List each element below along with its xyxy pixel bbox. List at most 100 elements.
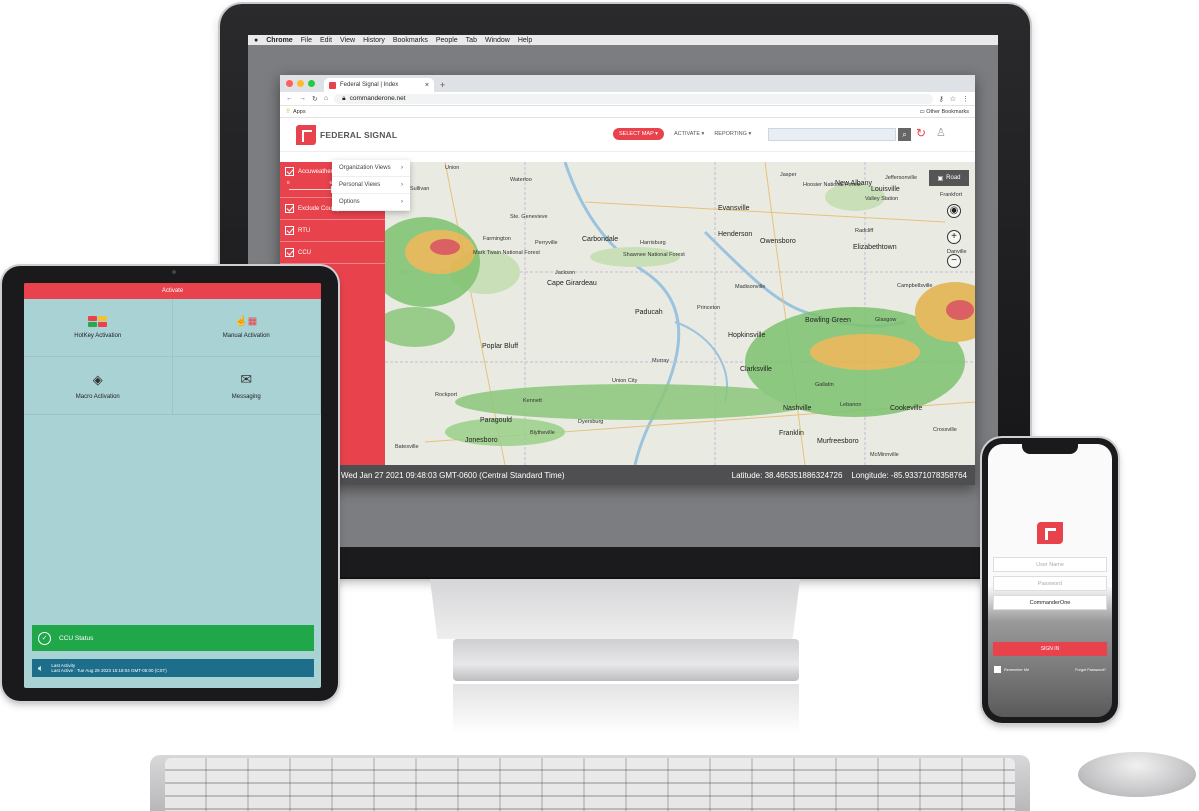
- password-field[interactable]: Password: [993, 576, 1107, 591]
- bookmarks-bar: ⠿ Apps ▭ Other Bookmarks: [280, 106, 975, 118]
- monitor-stand: [430, 579, 800, 639]
- menu-item-organization-views[interactable]: Organization Views ›: [332, 160, 410, 177]
- forward-icon[interactable]: →: [299, 95, 306, 102]
- tile-hotkey-activation[interactable]: HotKey Activation: [24, 299, 173, 357]
- select-map-dropdown: Organization Views › Personal Views › Opti…: [332, 160, 410, 211]
- federal-signal-favicon-icon: [329, 81, 336, 89]
- browser-window: Federal Signal | Index × + ← → ↻ ⌂ 🔒︎ co…: [280, 75, 975, 485]
- menu-edit[interactable]: Edit: [320, 37, 332, 44]
- key-icon[interactable]: ⚷: [939, 95, 944, 103]
- speaker-icon: 🔈︎: [38, 662, 44, 673]
- refresh-icon[interactable]: ↻: [916, 126, 926, 140]
- ccu-status-bar[interactable]: ✓ CCU Status: [32, 625, 314, 651]
- tile-macro-activation[interactable]: ◈ Macro Activation: [24, 357, 173, 415]
- map-label: Evansville: [718, 205, 750, 212]
- map-label: Waterloo: [510, 177, 532, 183]
- map-label: Cape Girardeau: [547, 280, 597, 287]
- map-label: Franklin: [779, 430, 804, 437]
- road-label: Road: [946, 175, 961, 181]
- map-label: Jasper: [780, 172, 797, 178]
- bookmark-star-icon[interactable]: ☆: [950, 95, 956, 103]
- map-label: Lebanon: [840, 402, 862, 408]
- menu-app-name[interactable]: Chrome: [266, 37, 292, 44]
- bookmark-apps[interactable]: Apps: [293, 109, 306, 115]
- bookmark-other[interactable]: ▭ Other Bookmarks: [919, 109, 969, 115]
- status-datetime: Wed Jan 27 2021 09:48:03 GMT-0600 (Centr…: [341, 470, 565, 480]
- close-window-button[interactable]: [286, 80, 293, 87]
- forgot-password-link[interactable]: Forgot Password?: [1075, 668, 1106, 672]
- map-label: Crossville: [933, 427, 957, 433]
- last-activity-bar: 🔈︎ Last Activity Last Active : Tue Aug 2…: [32, 659, 314, 677]
- map-type-road-button[interactable]: ▣ Road: [929, 170, 969, 186]
- maximize-window-button[interactable]: [308, 80, 315, 87]
- checkbox-checked-icon[interactable]: [285, 204, 294, 213]
- checkbox-checked-icon[interactable]: [285, 248, 294, 257]
- close-tab-icon[interactable]: ×: [425, 82, 429, 89]
- map-label: Mark Twain National Forest: [473, 250, 540, 256]
- activate-menu[interactable]: ACTIVATE ▾: [674, 131, 704, 137]
- menu-item-options[interactable]: Options ›: [332, 194, 410, 211]
- remember-me-checkbox[interactable]: [994, 666, 1001, 673]
- checkbox-checked-icon[interactable]: [285, 167, 294, 176]
- browser-tab[interactable]: Federal Signal | Index ×: [324, 78, 434, 92]
- device-showcase: ● Chrome File Edit View History Bookmark…: [0, 0, 1199, 811]
- menu-people[interactable]: People: [436, 37, 458, 44]
- map-label: Radcliff: [855, 228, 874, 234]
- back-icon[interactable]: ←: [286, 95, 293, 102]
- home-icon[interactable]: ⌂: [324, 95, 328, 102]
- map-label: Batesville: [395, 444, 419, 450]
- tile-messaging[interactable]: ✉ Messaging: [172, 357, 321, 415]
- map-label: Union City: [612, 378, 638, 384]
- tablet-camera: [172, 270, 176, 274]
- map-label: Owensboro: [760, 238, 796, 245]
- browser-toolbar: ← → ↻ ⌂ 🔒︎ commanderone.net ⚷ ☆ ⋮: [280, 92, 975, 106]
- apple-icon[interactable]: ●: [254, 37, 258, 44]
- menu-window[interactable]: Window: [485, 37, 510, 44]
- menu-history[interactable]: History: [363, 37, 385, 44]
- map-label: Farmington: [483, 236, 511, 242]
- map-label: Nashville: [783, 405, 812, 412]
- weather-map[interactable]: Union Waterloo Sullivan Ste. Genevieve F…: [385, 162, 975, 465]
- manual-activation-icon: ☝▦: [235, 316, 258, 327]
- sign-in-button[interactable]: SIGN IN: [993, 642, 1107, 656]
- zoom-out-icon[interactable]: −: [947, 254, 961, 268]
- user-icon[interactable]: ♙: [936, 126, 946, 139]
- menu-view[interactable]: View: [340, 37, 355, 44]
- tablet-screen: Activate HotKey Activation ☝▦ Manual Act…: [24, 283, 321, 688]
- tile-manual-activation[interactable]: ☝▦ Manual Activation: [172, 299, 321, 357]
- menu-tab[interactable]: Tab: [466, 37, 477, 44]
- apps-icon[interactable]: ⠿: [286, 109, 290, 115]
- tile-label: HotKey Activation: [74, 333, 122, 339]
- remember-me[interactable]: Remember Me: [994, 666, 1029, 673]
- server-select[interactable]: CommanderOne: [993, 595, 1107, 610]
- minimize-window-button[interactable]: [297, 80, 304, 87]
- menu-bookmarks[interactable]: Bookmarks: [393, 37, 428, 44]
- map-label: Paragould: [480, 417, 512, 424]
- search-icon[interactable]: ⌕: [898, 128, 911, 141]
- map-label: Sullivan: [410, 186, 430, 192]
- mouse: [1078, 752, 1196, 797]
- select-map-button[interactable]: SELECT MAP ▾: [613, 128, 664, 140]
- address-bar[interactable]: 🔒︎ commanderone.net: [334, 93, 933, 104]
- checkbox-checked-icon[interactable]: [285, 226, 294, 235]
- reporting-menu[interactable]: REPORTING ▾: [714, 131, 751, 137]
- new-tab-icon[interactable]: +: [440, 80, 445, 90]
- layer-rtu[interactable]: RTU: [280, 220, 385, 242]
- map-label: Kennett: [523, 398, 542, 404]
- menu-file[interactable]: File: [301, 37, 312, 44]
- map-label: Carbondale: [582, 236, 619, 243]
- map-label: Blytheville: [530, 430, 555, 436]
- browser-menu-icon[interactable]: ⋮: [962, 95, 969, 103]
- ccu-status-label: CCU Status: [59, 634, 94, 642]
- menu-help[interactable]: Help: [518, 37, 532, 44]
- zoom-in-icon[interactable]: +: [947, 230, 961, 244]
- reload-icon[interactable]: ↻: [312, 95, 318, 103]
- map-label: Clarksville: [740, 366, 772, 373]
- map-label: Hopkinsville: [728, 332, 766, 339]
- menu-item-personal-views[interactable]: Personal Views ›: [332, 177, 410, 194]
- locate-icon[interactable]: ◉: [947, 204, 961, 218]
- username-field[interactable]: User Name: [993, 557, 1107, 572]
- federal-signal-logo-icon: [296, 124, 316, 145]
- search-input[interactable]: [768, 128, 896, 141]
- layer-ccu[interactable]: CCU: [280, 242, 385, 264]
